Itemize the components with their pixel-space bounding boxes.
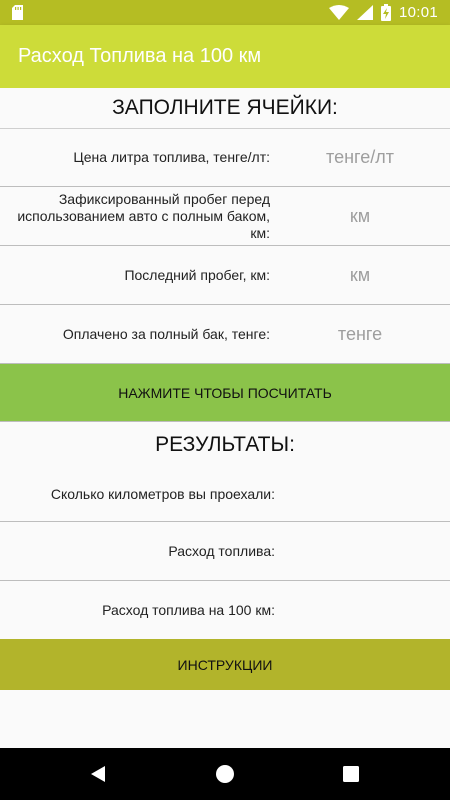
form-heading: ЗАПОЛНИТЕ ЯЧЕЙКИ: bbox=[0, 88, 450, 129]
nav-bar bbox=[0, 748, 450, 800]
fuel-consumption-label: Расход топлива: bbox=[168, 543, 275, 559]
last-mileage-row: Последний пробег, км: км bbox=[0, 246, 450, 305]
fuel-consumption-row: Расход топлива: bbox=[0, 522, 450, 581]
consumption-per-100km-label: Расход топлива на 100 км: bbox=[102, 602, 275, 618]
home-icon bbox=[216, 765, 234, 783]
home-button[interactable] bbox=[213, 762, 237, 786]
calculate-button[interactable]: НАЖМИТЕ ЧТОБЫ ПОСЧИТАТЬ bbox=[0, 364, 450, 422]
paid-full-tank-input[interactable]: тенге bbox=[270, 324, 450, 345]
paid-full-tank-label: Оплачено за полный бак, тенге: bbox=[62, 325, 270, 342]
start-mileage-input[interactable]: км bbox=[270, 206, 450, 227]
fuel-price-row: Цена литра топлива, тенге/лт: тенге/лт bbox=[0, 129, 450, 187]
start-mileage-row: Зафиксированный пробег перед использован… bbox=[0, 187, 450, 246]
recents-icon bbox=[343, 766, 359, 782]
recents-button[interactable] bbox=[339, 762, 363, 786]
app-title: Расход Топлива на 100 км bbox=[18, 45, 262, 67]
paid-full-tank-row: Оплачено за полный бак, тенге: тенге bbox=[0, 305, 450, 364]
last-mileage-input[interactable]: км bbox=[270, 265, 450, 286]
status-time: 10:01 bbox=[398, 4, 438, 21]
battery-charging-icon bbox=[380, 4, 391, 21]
status-bar: 10:01 bbox=[0, 0, 450, 25]
sd-card-icon bbox=[12, 5, 23, 20]
results-heading: РЕЗУЛЬТАТЫ: bbox=[155, 432, 295, 456]
distance-result-row: Сколько километров вы проехали: bbox=[0, 467, 450, 522]
app-bar: Расход Топлива на 100 км bbox=[0, 25, 450, 88]
last-mileage-label: Последний пробег, км: bbox=[124, 266, 270, 283]
distance-result-label: Сколько километров вы проехали: bbox=[50, 486, 275, 502]
back-button[interactable] bbox=[86, 762, 110, 786]
consumption-per-100km-row: Расход топлива на 100 км: bbox=[0, 581, 450, 639]
back-icon bbox=[91, 766, 105, 782]
start-mileage-label: Зафиксированный пробег перед использован… bbox=[17, 190, 270, 241]
main-content: ЗАПОЛНИТЕ ЯЧЕЙКИ: Цена литра топлива, те… bbox=[0, 88, 450, 748]
fuel-price-label: Цена литра топлива, тенге/лт: bbox=[73, 149, 270, 165]
wifi-icon bbox=[328, 5, 349, 20]
signal-icon bbox=[356, 5, 373, 20]
fuel-price-input[interactable]: тенге/лт bbox=[270, 147, 450, 168]
instructions-button[interactable]: ИНСТРУКЦИИ bbox=[0, 639, 450, 690]
